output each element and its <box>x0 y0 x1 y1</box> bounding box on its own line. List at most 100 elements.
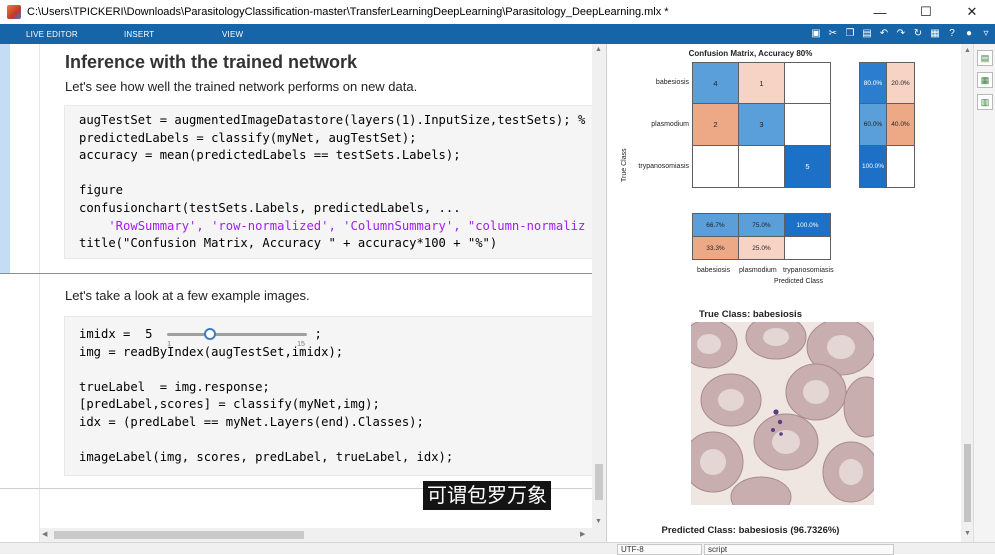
collapse-icon[interactable]: ▿ <box>979 26 993 40</box>
predicted-class-title: Predicted Class: babesiosis (96.7326%) <box>661 525 840 536</box>
row-label-plasmodium: plasmodium <box>651 121 689 128</box>
row-label-trypanosomiasis: trypanosomiasis <box>638 163 689 170</box>
code-line[interactable] <box>65 165 593 183</box>
ribbon-tabs: LIVE EDITOR INSERT VIEW ▣ ✂ ❐ ▤ ↶ ↷ ↻ ▦ … <box>0 24 995 44</box>
status-mode: script <box>704 544 894 555</box>
matrix-cell <box>784 62 831 104</box>
predicted-class-axis-label: Predicted Class <box>774 278 824 285</box>
output-pane: Confusion Matrix, Accuracy 80% True Clas… <box>606 44 974 542</box>
tab-view[interactable]: VIEW <box>196 30 294 39</box>
matrix-cell: 4 <box>692 62 739 104</box>
window-titlebar: C:\Users\TPICKERI\Downloads\Parasitology… <box>0 0 995 24</box>
window-title: C:\Users\TPICKERI\Downloads\Parasitology… <box>27 6 669 18</box>
help-icon[interactable]: ? <box>945 26 959 40</box>
code-line[interactable]: augTestSet = augmentedImageDatastore(lay… <box>65 112 593 130</box>
copy-icon[interactable]: ❐ <box>843 26 857 40</box>
examples-text[interactable]: Let's take a look at a few example image… <box>65 288 310 303</box>
image-true-class-title: True Class: babesiosis <box>699 309 802 320</box>
code-line[interactable]: confusionchart(testSets.Labels, predicte… <box>65 200 593 218</box>
code-line[interactable]: predictedLabels = classify(myNet, augTes… <box>65 130 593 148</box>
slider-suffix: ; <box>314 327 322 341</box>
slider-min-label: 1 <box>167 341 171 348</box>
code-line[interactable]: idx = (predLabel == myNet.Layers(end).Cl… <box>65 414 593 432</box>
code-line[interactable]: accuracy = mean(predictedLabels == testS… <box>65 147 593 165</box>
tab-insert[interactable]: INSERT <box>98 30 196 39</box>
active-section-indicator <box>0 44 10 274</box>
editor-horizontal-scrollbar[interactable]: ◀ ▶ <box>40 528 606 542</box>
row-summary-cell: 40.0% <box>886 103 915 146</box>
row-summary-cell: 60.0% <box>859 103 887 146</box>
col-label-plasmodium: plasmodium <box>739 267 777 274</box>
matrix-cell: 2 <box>692 103 739 146</box>
slider-thumb[interactable] <box>203 328 216 340</box>
section-boundary <box>0 273 596 274</box>
code-line[interactable]: imageLabel(img, scores, predLabel, trueL… <box>65 449 593 467</box>
save-icon[interactable]: ▣ <box>809 26 823 40</box>
col-summary-cell: 75.0% <box>738 213 785 237</box>
scroll-left-icon[interactable]: ◀ <box>42 530 47 538</box>
undo-icon[interactable]: ↶ <box>877 26 891 40</box>
options-icon[interactable]: ● <box>962 26 976 40</box>
section-heading[interactable]: Inference with the trained network <box>65 52 357 73</box>
matrix-cell <box>738 145 785 188</box>
scroll-down-icon[interactable]: ▼ <box>595 518 602 525</box>
close-button[interactable]: ✕ <box>949 0 995 24</box>
output-inline-icon[interactable]: ▤ <box>977 50 993 66</box>
refresh-icon[interactable]: ↻ <box>911 26 925 40</box>
status-bar: UTF-8 script <box>0 542 995 555</box>
hide-code-icon[interactable]: ▥ <box>977 94 993 110</box>
row-summary-cell: 100.0% <box>859 145 887 188</box>
slider-track[interactable] <box>167 333 308 336</box>
code-block-examples[interactable]: imidx = 5 1 15 ; img = readByIndex(augTes… <box>64 316 594 476</box>
scroll-thumb[interactable] <box>964 444 971 522</box>
output-right-icon[interactable]: ▦ <box>977 72 993 88</box>
window-controls: — ☐ ✕ <box>857 0 995 24</box>
quick-access-toolbar: ▣ ✂ ❐ ▤ ↶ ↷ ↻ ▦ ? ● ▿ <box>809 26 993 40</box>
matrix-cell: 5 <box>784 145 831 188</box>
confusion-matrix-title: Confusion Matrix, Accuracy 80% <box>688 49 813 58</box>
matrix-cell <box>784 103 831 146</box>
code-line[interactable]: trueLabel = img.response; <box>65 379 593 397</box>
code-line[interactable]: 'RowSummary', 'row-normalized', 'ColumnS… <box>65 218 593 236</box>
paste-icon[interactable]: ▤ <box>860 26 874 40</box>
blood-smear-image <box>691 322 874 505</box>
scroll-thumb[interactable] <box>595 464 603 500</box>
imidx-slider[interactable]: 1 15 <box>167 326 308 348</box>
row-summary-cell: 80.0% <box>859 62 887 104</box>
code-line[interactable]: title("Confusion Matrix, Accuracy " + ac… <box>65 235 593 253</box>
minimize-button[interactable]: — <box>857 0 903 24</box>
col-summary-cell <box>784 236 831 260</box>
output-toolstrip: ▤ ▦ ▥ <box>973 44 995 542</box>
code-line[interactable] <box>65 361 593 379</box>
dock-icon[interactable]: ▦ <box>928 26 942 40</box>
video-subtitle: 可谓包罗万象 <box>423 481 551 510</box>
cut-icon[interactable]: ✂ <box>826 26 840 40</box>
live-editor-pane: Inference with the trained network Let's… <box>0 44 606 542</box>
scroll-thumb[interactable] <box>54 531 304 539</box>
redo-icon[interactable]: ↷ <box>894 26 908 40</box>
slider-variable: imidx = <box>79 327 131 341</box>
scroll-down-icon[interactable]: ▼ <box>964 530 971 537</box>
row-label-babesiosis: babesiosis <box>655 79 689 86</box>
code-line[interactable]: img = readByIndex(augTestSet,imidx); <box>65 344 593 362</box>
scroll-up-icon[interactable]: ▲ <box>964 47 971 54</box>
editor-vertical-scrollbar[interactable]: ▲ ▼ <box>592 44 606 542</box>
code-line[interactable]: [predLabel,scores] = classify(myNet,img)… <box>65 396 593 414</box>
code-block-inference[interactable]: augTestSet = augmentedImageDatastore(lay… <box>64 105 594 259</box>
status-encoding: UTF-8 <box>617 544 702 555</box>
col-label-babesiosis: babesiosis <box>697 267 731 274</box>
matlab-logo-icon <box>7 5 21 19</box>
col-summary-cell: 33.3% <box>692 236 739 260</box>
code-line[interactable]: figure <box>65 182 593 200</box>
col-label-trypanosomiasis: trypanosomiasis <box>783 267 834 274</box>
slider-code-line[interactable]: imidx = 5 1 15 ; <box>65 326 593 348</box>
code-line[interactable] <box>65 432 593 450</box>
slider-max-label: 15 <box>297 341 305 348</box>
col-summary-cell: 100.0% <box>784 213 831 237</box>
maximize-button[interactable]: ☐ <box>903 0 949 24</box>
matrix-cell: 1 <box>738 62 785 104</box>
tab-live-editor[interactable]: LIVE EDITOR <box>0 30 98 39</box>
intro-text[interactable]: Let's see how well the trained network p… <box>65 79 417 94</box>
matrix-cell <box>692 145 739 188</box>
row-summary-cell: 20.0% <box>886 62 915 104</box>
